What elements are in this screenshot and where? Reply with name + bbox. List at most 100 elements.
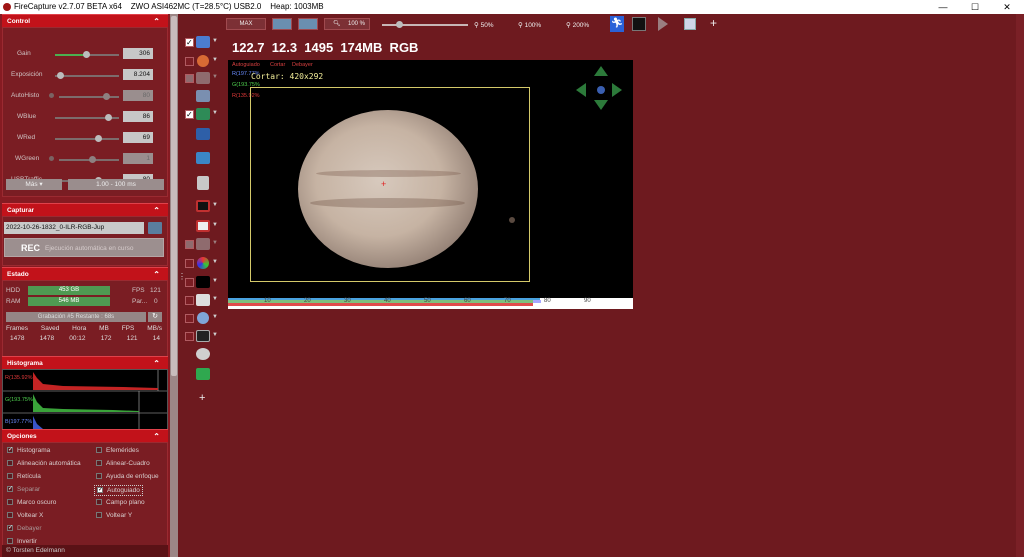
slider-knob[interactable] xyxy=(89,156,96,163)
option-efemerides[interactable]: Efemérides xyxy=(96,447,139,454)
scrollbar-thumb[interactable] xyxy=(171,16,177,376)
target-icon[interactable] xyxy=(197,312,209,324)
option-histograma[interactable]: ✓ Histograma xyxy=(7,447,50,454)
zoom-100-button[interactable]: 🔍︎ 100 % xyxy=(324,18,370,30)
wblue-value[interactable]: 86 xyxy=(123,111,153,122)
zoom-100-preset[interactable]: ⚲ 100% xyxy=(518,21,541,29)
checkbox[interactable] xyxy=(7,538,13,545)
save-icon[interactable] xyxy=(196,128,210,140)
filmstrip-icon[interactable] xyxy=(196,330,210,342)
option-alinear-cuadro[interactable]: Alinear-Cuadro xyxy=(96,460,150,467)
arrow-down-icon[interactable] xyxy=(594,100,608,110)
checkbox-checked[interactable]: ✓ xyxy=(97,487,103,494)
checkbox[interactable] xyxy=(185,332,194,341)
graph-icon[interactable] xyxy=(196,72,210,84)
record-button[interactable]: REC Ejecución automática en curso xyxy=(4,238,164,257)
dropdown-arrow-icon[interactable]: ▼ xyxy=(212,202,218,208)
checkbox[interactable] xyxy=(185,259,194,268)
dropdown-arrow-icon[interactable]: ▼ xyxy=(212,222,218,228)
black-frame-icon[interactable] xyxy=(196,276,210,288)
filename-field[interactable]: 2022-10-26-1832_0-ILR-RGB-Jup xyxy=(4,222,144,234)
auto-toggle[interactable] xyxy=(49,93,54,98)
auto-toggle[interactable] xyxy=(49,156,54,161)
dropdown-arrow-icon[interactable]: ▼ xyxy=(212,110,218,116)
slider-knob[interactable] xyxy=(83,51,90,58)
wgreen-slider[interactable] xyxy=(59,156,119,163)
option-alineacion[interactable]: Alineación automática xyxy=(7,460,81,467)
checkbox[interactable] xyxy=(96,473,102,480)
checkbox-checked[interactable]: ✓ xyxy=(7,525,13,532)
battery-icon[interactable] xyxy=(196,368,210,380)
checkbox[interactable] xyxy=(7,512,13,519)
option-voltear-y[interactable]: Voltear Y xyxy=(96,512,132,519)
checkbox[interactable] xyxy=(7,499,13,506)
dropdown-arrow-icon[interactable]: ▼ xyxy=(212,74,218,80)
checkbox[interactable] xyxy=(96,512,102,519)
arrow-left-icon[interactable] xyxy=(576,83,586,97)
checkbox[interactable] xyxy=(185,314,194,323)
right-scrollbar[interactable] xyxy=(1016,14,1024,557)
wred-value[interactable]: 69 xyxy=(123,132,153,143)
wred-slider[interactable] xyxy=(55,135,119,142)
opciones-header[interactable]: Opciones ⌃ xyxy=(2,429,168,442)
fit-screen-icon[interactable] xyxy=(272,18,292,30)
wgreen-value[interactable]: 1 xyxy=(123,153,153,164)
folder-open-icon[interactable] xyxy=(196,152,210,164)
folder-icon[interactable] xyxy=(148,222,162,234)
white-frame-icon[interactable] xyxy=(196,294,210,306)
camera-preview[interactable]: Autoguiado Cortar Debayer R(197.77% G(19… xyxy=(228,60,633,298)
checkbox-disabled[interactable] xyxy=(185,74,194,83)
slider-knob[interactable] xyxy=(95,135,102,142)
slider-knob[interactable] xyxy=(57,72,64,79)
checkbox[interactable] xyxy=(185,296,194,305)
full-screen-icon[interactable] xyxy=(298,18,318,30)
dropdown-arrow-icon[interactable]: ▼ xyxy=(212,314,218,320)
checkbox[interactable] xyxy=(7,460,13,467)
checkbox[interactable] xyxy=(185,57,194,66)
checkbox[interactable] xyxy=(96,447,102,454)
direction-pad[interactable] xyxy=(576,64,626,114)
checkbox-checked[interactable]: ✓ xyxy=(185,38,194,47)
exposure-value[interactable]: 8.204 xyxy=(123,69,153,80)
settings-cluster-icon[interactable] xyxy=(196,348,210,360)
checkbox-checked[interactable]: ✓ xyxy=(185,110,194,119)
record-tool-icon[interactable] xyxy=(196,220,210,232)
runner-icon[interactable]: 🏃︎ xyxy=(610,16,624,32)
autohisto-slider[interactable] xyxy=(59,93,119,100)
center-dot-icon[interactable] xyxy=(597,86,605,94)
exposure-slider[interactable] xyxy=(55,72,119,79)
dark-frame-icon[interactable] xyxy=(196,200,210,212)
mas-dropdown[interactable]: Más ▾ xyxy=(6,179,62,190)
checkbox[interactable] xyxy=(7,473,13,480)
zoom-slider[interactable] xyxy=(382,21,468,28)
dropdown-arrow-icon[interactable]: ▼ xyxy=(212,332,218,338)
autohisto-value[interactable]: 80 xyxy=(123,90,153,101)
checkbox-checked[interactable]: ✓ xyxy=(7,447,13,454)
option-separar[interactable]: ✓ Separar xyxy=(7,486,40,493)
estado-header[interactable]: Estado ⌃ xyxy=(2,267,168,280)
splitter-handle[interactable]: ⋮ xyxy=(178,273,186,294)
dropdown-arrow-icon[interactable]: ▼ xyxy=(212,240,218,246)
grid-icon[interactable] xyxy=(196,238,210,250)
checkbox[interactable] xyxy=(96,499,102,506)
option-reticula[interactable]: Retícula xyxy=(7,473,41,480)
checkbox[interactable] xyxy=(96,460,102,467)
slider-knob[interactable] xyxy=(105,114,112,121)
checkbox[interactable] xyxy=(185,278,194,287)
option-ayuda-enfoque[interactable]: Ayuda de enfoque xyxy=(96,473,159,480)
maximize-button[interactable]: ☐ xyxy=(960,0,990,14)
option-voltear-x[interactable]: Voltear X xyxy=(7,512,43,519)
checkbox-checked[interactable]: ✓ xyxy=(7,486,13,493)
globe-icon[interactable] xyxy=(197,55,209,67)
dropdown-arrow-icon[interactable]: ▼ xyxy=(212,278,218,284)
dropdown-arrow-icon[interactable]: ▼ xyxy=(212,296,218,302)
histograma-header[interactable]: Histograma ⌃ xyxy=(2,356,168,369)
play-icon[interactable] xyxy=(658,17,668,31)
arrow-up-icon[interactable] xyxy=(594,66,608,76)
slider-knob[interactable] xyxy=(103,93,110,100)
histogram-tool-icon[interactable] xyxy=(196,36,210,48)
terminal-icon[interactable] xyxy=(632,17,646,31)
checkbox-disabled[interactable] xyxy=(185,240,194,249)
zoom-200-button[interactable]: ⚲ 200% xyxy=(566,21,589,29)
dropdown-arrow-icon[interactable]: ▼ xyxy=(212,259,218,265)
